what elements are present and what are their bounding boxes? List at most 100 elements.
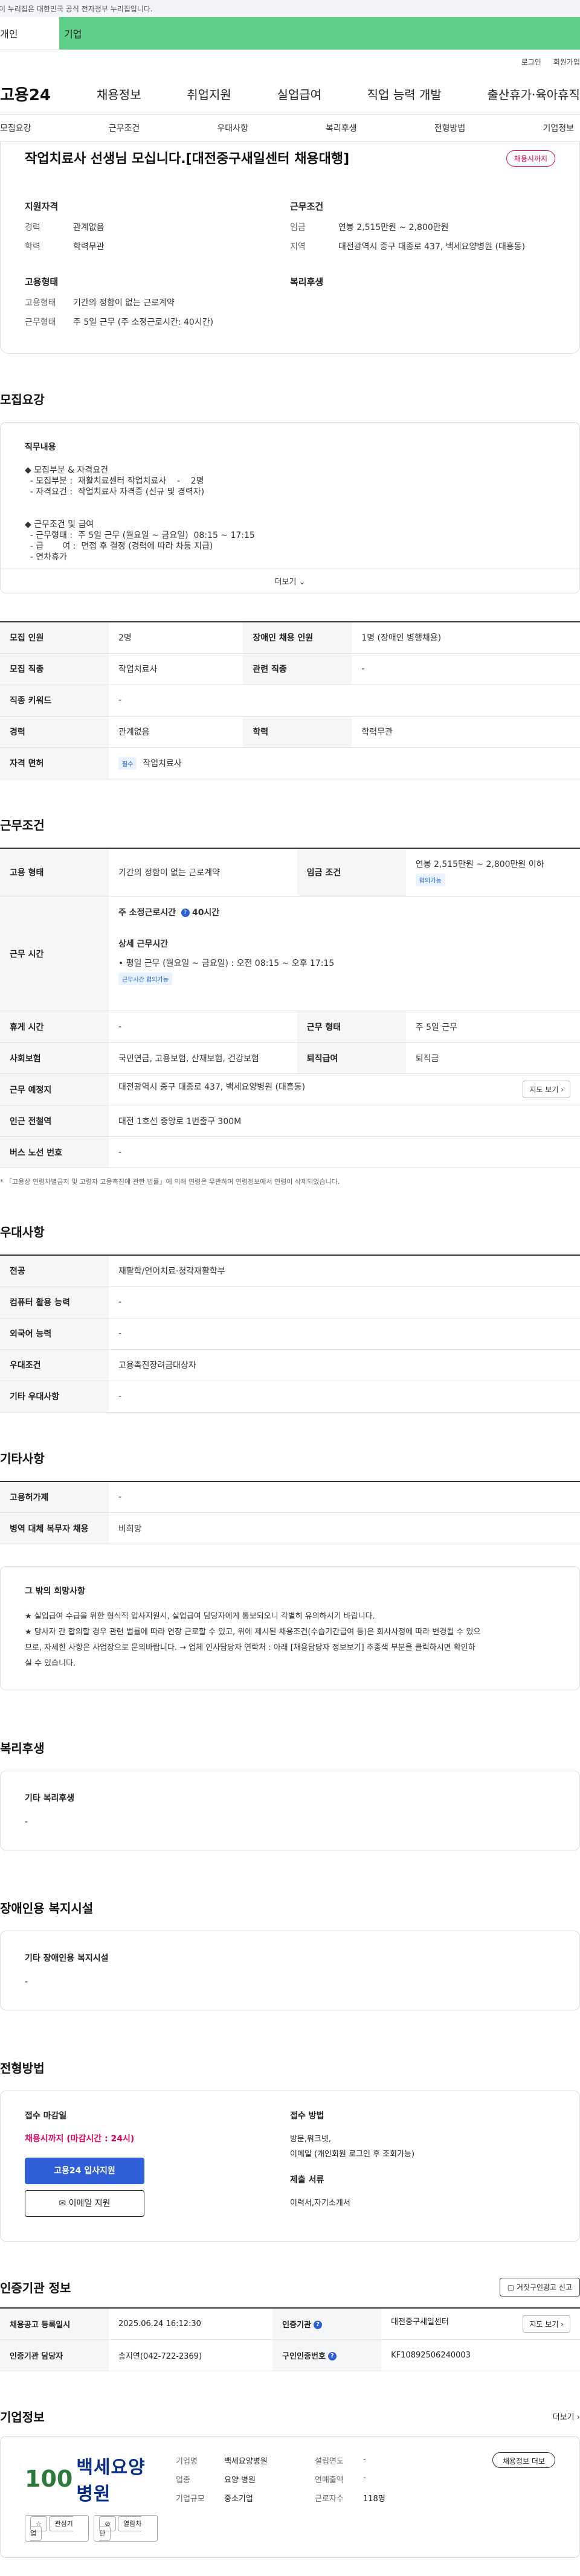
subnav-process[interactable]: 전형방법 [434, 122, 466, 134]
employment-type-value: 기간의 정함이 없는 근로계약 [109, 848, 297, 896]
headcount-value: 2명 [109, 622, 243, 654]
employment-type-label: 고용 형태 [0, 848, 109, 896]
subnav-welfare[interactable]: 복리후생 [326, 122, 357, 134]
employment-type-value: 기간의 정함이 없는 근로계약 [73, 298, 175, 308]
disabled-headcount-value: 1명 (장애인 병행채용) [352, 622, 580, 654]
agency-map-button[interactable]: 지도 보기 › [523, 2315, 570, 2333]
table-row: 모집 직종 작업치료사 관련 직종 - [0, 653, 580, 685]
company-box: 100 백세요양병원 ☆ 관심기업 ⊘ 열람차단 기업명 백세요양병원 설립연도 -… [0, 2435, 580, 2558]
info-icon[interactable]: ? [327, 2352, 337, 2360]
language-label: 외국어 능력 [0, 1318, 109, 1350]
gnb-item-leave[interactable]: 출산휴가·육아휴직 [487, 85, 580, 103]
table-row: 고용허가제 - [0, 1481, 580, 1513]
job-no-label-text: 구인인증번호 [282, 2351, 326, 2361]
etc-section-title: 기타사항 [0, 1451, 45, 1466]
work-time-cell: 주 소정근로시간 ? 40시간 상세 근무시간 • 평일 근무 (월요일 ~ 금… [109, 896, 580, 1011]
map-button-label: 지도 보기 [529, 1085, 559, 1094]
email-apply-button[interactable]: ✉ 이메일 지원 [25, 2190, 144, 2217]
duty-line: - 연차휴가 [25, 552, 67, 562]
qualification-heading: 지원자격 [25, 201, 59, 212]
gnb-item-employment-support[interactable]: 취업지원 [187, 85, 231, 103]
etc-table: 고용허가제 - 병역 대체 복무자 채용 비희망 [0, 1480, 580, 1544]
table-row: 자격 면허 필수 작업치료사 [0, 747, 580, 779]
chevron-down-icon: ⌄ [298, 578, 306, 587]
agency-label: 인증기관? [272, 2308, 382, 2340]
tab-personal[interactable]: 개인 [0, 17, 59, 50]
severance-label: 퇴직급여 [297, 1042, 406, 1074]
block-button[interactable]: ⊘ 열람차단 [94, 2514, 158, 2542]
site-logo[interactable]: 고용24 [0, 83, 72, 105]
info-icon[interactable]: ? [181, 909, 190, 917]
company-more-link[interactable]: 더보기 › [553, 2411, 580, 2422]
time-detail-heading: 상세 근무시간 [118, 939, 169, 949]
founded-label: 설립연도 [315, 2456, 344, 2466]
other-preference-label: 기타 우대사항 [0, 1381, 109, 1413]
subnav-preference[interactable]: 우대사항 [217, 122, 248, 134]
employment-heading: 고용형태 [25, 276, 59, 287]
job-type-label: 모집 직종 [0, 653, 109, 685]
welfare-box-heading: 기타 복리후생 [25, 1794, 75, 1803]
duty-line: - 근무형태 : 주 5일 근무 (월요일 ~ 금요일) 08:15 ~ 17:… [25, 531, 255, 540]
table-row: 외국어 능력 - [0, 1318, 580, 1350]
pay-condition-cell: 연봉 2,515만원 ~ 2,800만원 이하 협의가능 [405, 848, 580, 896]
other-preference-value: - [109, 1381, 580, 1413]
station-value: 대전 1호선 중앙로 1번출구 300M [109, 1105, 580, 1137]
table-row: 근무 시간 주 소정근로시간 ? 40시간 상세 근무시간 • 평일 근무 (월… [0, 896, 580, 1011]
apply-button[interactable]: 고용24 입사지원 [25, 2158, 144, 2184]
table-row: 인근 전철역 대전 1호선 중앙로 1번출구 300M [0, 1105, 580, 1137]
computer-label: 컴퓨터 활용 능력 [0, 1286, 109, 1318]
duty-more-button[interactable]: 더보기 ⌄ [1, 569, 579, 593]
tab-company[interactable]: 기업 [59, 17, 580, 50]
disabled-headcount-label: 장애인 채용 인원 [243, 622, 352, 654]
welfare-section-title: 복리후생 [0, 1741, 45, 1756]
mail-icon: ✉ [59, 2199, 66, 2208]
subnav-company[interactable]: 기업정보 [543, 122, 574, 134]
favorite-button[interactable]: ☆ 관심기업 [25, 2514, 89, 2542]
military-value: 비희망 [109, 1512, 580, 1544]
wish-heading: 그 밖의 희망사항 [25, 1587, 85, 1596]
required-tag: 필수 [118, 756, 137, 770]
agency-label-text: 인증기관 [282, 2320, 311, 2330]
recruit-section-title: 모집요강 [0, 392, 45, 407]
table-row: 휴게 시간 - 근무 형태 주 5일 근무 [0, 1011, 580, 1043]
workplace-label: 근무 예정지 [0, 1073, 109, 1105]
job-type-value: 작업치료사 [109, 653, 243, 685]
table-row: 우대조건 고용촉진장려금대상자 [0, 1349, 580, 1381]
subnav-recruit[interactable]: 모집요강 [0, 122, 31, 134]
company-name-label: 기업명 [176, 2456, 198, 2466]
job-summary-card: 작업치료사 선생님 모십니다.[대전중구새일센터 채용대행] 채용시까지 지원자… [0, 142, 580, 354]
info-icon[interactable]: ? [314, 2321, 322, 2330]
pay-condition-label: 임금 조건 [297, 848, 406, 896]
global-nav: 고용24 채용정보 취업지원 실업급여 직업 능력 개발 출산휴가·육아휴직 [0, 73, 580, 114]
subnav-conditions[interactable]: 근무조건 [109, 122, 140, 134]
report-button[interactable]: ▢ 거짓구인광고 신고 [499, 2278, 580, 2296]
report-icon: ▢ [507, 2283, 515, 2292]
career-row-value: 관계없음 [109, 716, 243, 748]
founded-value: - [363, 2454, 366, 2464]
workplace-cell: 대전광역시 중구 대종로 437, 백세요양병원 (대흥동) 지도 보기 › [109, 1073, 580, 1105]
table-row: 근무 예정지 대전광역시 중구 대종로 437, 백세요양병원 (대흥동) 지도 … [0, 1073, 580, 1105]
signup-link[interactable]: 회원가입 [553, 57, 580, 67]
company-jobs-button[interactable]: 채용정보 더보 [492, 2452, 555, 2468]
agency-table: 채용공고 등록일시 2025.06.24 16:12:30 인증기관? 대전중구새… [0, 2307, 580, 2371]
company-info: 기업명 백세요양병원 설립연도 - 업종 요양 병원 연매출액 - 기업규모 중소기업 근… [176, 2455, 448, 2504]
station-label: 인근 전철역 [0, 1105, 109, 1137]
gnb-item-training[interactable]: 직업 능력 개발 [367, 85, 442, 103]
gnb-item-unemployment[interactable]: 실업급여 [277, 85, 321, 103]
preference-table: 전공 재활학/언어치료·청각재활학부 컴퓨터 활용 능력 - 외국어 능력 - 우대조… [0, 1254, 580, 1413]
map-button[interactable]: 지도 보기 › [523, 1081, 570, 1098]
employment-group: 고용형태 고용형태 기간의 정함이 없는 근로계약 근무형태 주 5일 근무 (주 … [25, 275, 290, 335]
login-link[interactable]: 로그인 [521, 57, 541, 67]
method-heading: 접수 방법 [290, 2111, 324, 2121]
license-value: 작업치료사 [143, 758, 182, 769]
gov-banner: 이 누리집은 대한민국 공식 전자정부 누리집입니다. [0, 0, 580, 17]
headcount-label: 모집 인원 [0, 622, 109, 654]
major-value: 재활학/언어치료·청각재활학부 [109, 1255, 580, 1287]
hours-value: 주 5일 근무 (주 소정근로시간: 40시간) [73, 318, 214, 327]
location-label: 지역 [290, 242, 306, 252]
wish-line: ★ 실업급여 수급을 위한 형식적 입사지원시, 실업급여 담당자에게 통보되오… [25, 1612, 375, 1621]
gnb-item-jobs[interactable]: 채용정보 [97, 85, 141, 103]
edu-row-label: 학력 [243, 716, 352, 748]
welfare-group: 복리후생 [290, 275, 555, 335]
license-label: 자격 면허 [0, 747, 109, 779]
